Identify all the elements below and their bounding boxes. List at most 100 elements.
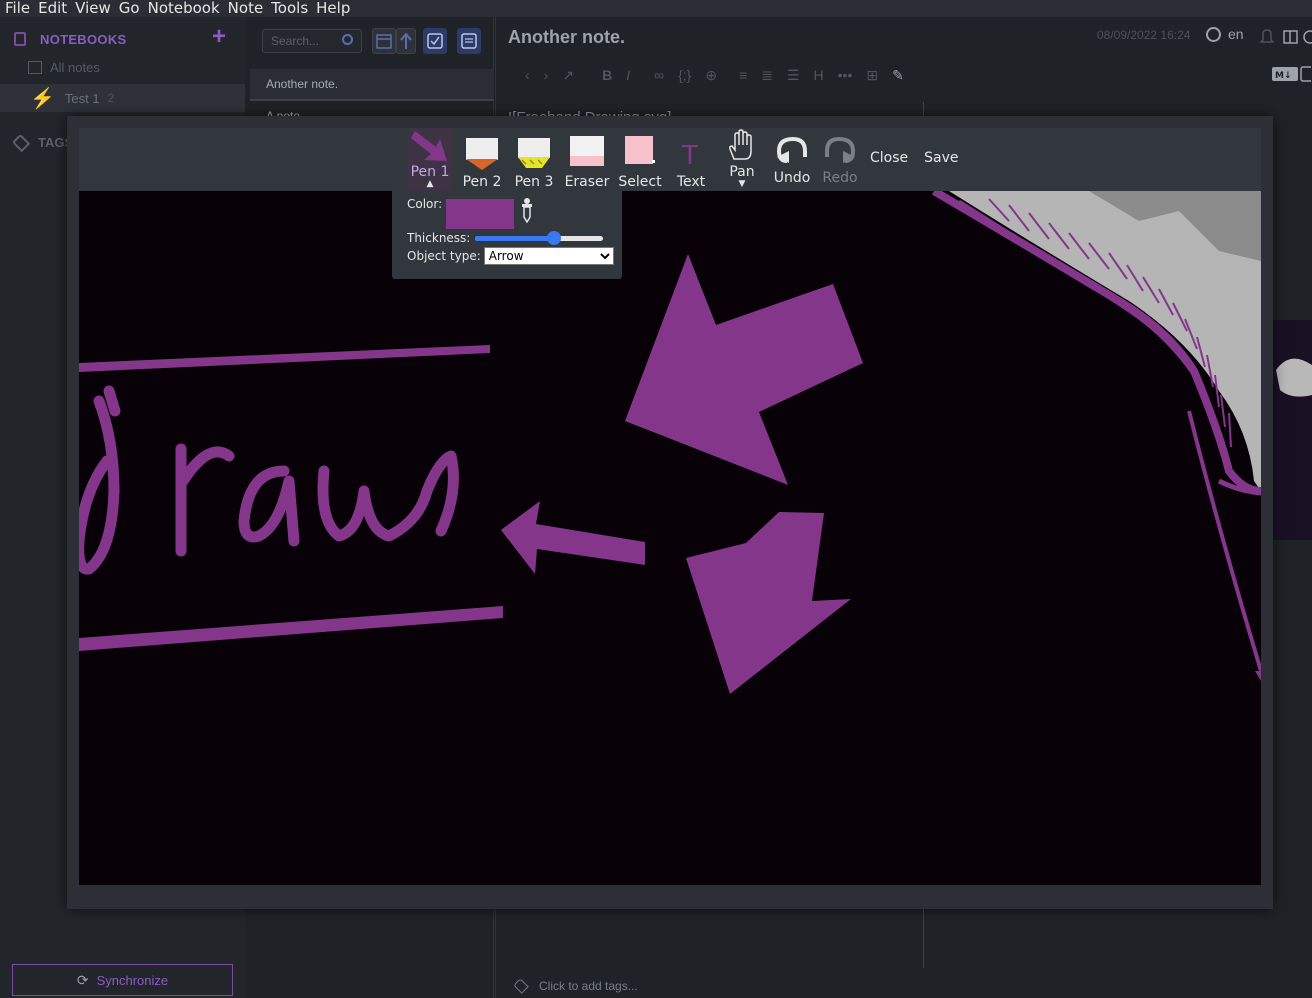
drawing-tools: Pen 1 ▲ Pen 2 Pen 3 Eraser Select T Text… xyxy=(408,128,959,191)
notebook-icon xyxy=(14,32,26,46)
color-row: Color: xyxy=(407,197,534,229)
pen-3-label: Pen 3 xyxy=(514,174,554,190)
ink-arrow-small xyxy=(501,501,645,574)
code-icon[interactable]: {;} xyxy=(678,67,691,83)
synchronize-label: Synchronize xyxy=(96,972,169,988)
color-swatch[interactable] xyxy=(446,199,515,229)
hand-icon xyxy=(725,128,759,164)
notebooks-header[interactable]: NOTEBOOKS xyxy=(12,29,126,49)
tags-header[interactable]: TAGS xyxy=(11,133,73,152)
pan-label: Pan xyxy=(729,164,755,180)
info-icon xyxy=(1303,30,1312,44)
menu-edit[interactable]: Edit xyxy=(34,0,71,17)
note-icon xyxy=(461,33,477,49)
pen-2-label: Pen 2 xyxy=(462,174,502,190)
select-icon xyxy=(622,128,658,174)
editor-top-icons xyxy=(1259,29,1312,44)
bullet-list-icon[interactable]: ≡ xyxy=(739,67,747,83)
note-date: 08/09/2022 16:24 xyxy=(1097,28,1191,42)
redo-icon xyxy=(823,128,857,170)
sidebar-item-notebook[interactable]: ⚡ Test 1 2 xyxy=(0,84,245,112)
tag-icon xyxy=(11,133,31,152)
pencil-icon[interactable]: ✎ xyxy=(892,67,904,84)
insert-time-icon[interactable]: ⊞ xyxy=(866,67,878,84)
svg-text:M↓: M↓ xyxy=(1275,71,1292,81)
menu-tools[interactable]: Tools xyxy=(267,0,312,17)
sort-direction-button[interactable] xyxy=(396,28,416,54)
all-notes-label: All notes xyxy=(50,60,100,75)
handwritten-draw-text: draw xyxy=(79,191,81,192)
attach-icon[interactable]: ⊕ xyxy=(705,67,717,84)
slider-handle[interactable] xyxy=(547,231,562,245)
heading-icon[interactable]: H xyxy=(814,67,824,83)
link-icon[interactable]: ∞ xyxy=(654,67,664,83)
handwritten-draw xyxy=(79,385,459,575)
pen-1-tool[interactable]: Pen 1 ▲ xyxy=(408,128,452,191)
language-button[interactable]: en xyxy=(1206,26,1244,42)
pen-2-tool[interactable]: Pen 2 xyxy=(456,128,508,190)
undo-label: Undo xyxy=(773,170,811,186)
date-sort-button[interactable] xyxy=(372,28,396,54)
eyedropper-icon[interactable] xyxy=(520,197,534,223)
add-tags-button[interactable]: Click to add tags... xyxy=(513,978,638,994)
sidebar-item-all-notes[interactable]: All notes xyxy=(28,60,100,75)
menu-note[interactable]: Note xyxy=(224,0,268,17)
italic-icon[interactable]: I xyxy=(626,67,630,83)
arrow-up-icon xyxy=(400,32,412,49)
close-button[interactable]: Close xyxy=(870,128,908,166)
all-notes-icon xyxy=(28,61,42,74)
save-button[interactable]: Save xyxy=(924,128,958,166)
numbered-list-icon[interactable]: ≣ xyxy=(761,67,773,84)
bold-icon[interactable]: B xyxy=(602,67,612,83)
checkbox-icon xyxy=(427,33,443,49)
synchronize-button[interactable]: ⟳ Synchronize xyxy=(12,964,233,996)
menu-notebook[interactable]: Notebook xyxy=(144,0,224,17)
caret-down-icon[interactable]: ▼ xyxy=(739,180,746,189)
more-icon[interactable]: ••• xyxy=(838,67,853,83)
new-note-button[interactable] xyxy=(457,28,481,54)
select-tool[interactable]: Select xyxy=(614,128,666,190)
thickness-label: Thickness: xyxy=(407,231,471,245)
drawing-toolbar: Pen 1 ▲ Pen 2 Pen 3 Eraser Select T Text… xyxy=(79,128,1261,191)
menu-help[interactable]: Help xyxy=(312,0,354,17)
markdown-toggle-icon[interactable]: M↓ xyxy=(1271,66,1311,82)
object-type-row: Object type: Arrow xyxy=(407,247,614,265)
object-type-select[interactable]: Arrow xyxy=(483,247,614,265)
add-notebook-button[interactable]: + xyxy=(212,25,226,49)
new-todo-button[interactable] xyxy=(423,28,447,54)
note-title[interactable]: Another note. xyxy=(508,27,625,48)
language-label: en xyxy=(1228,26,1244,42)
sync-icon: ⟳ xyxy=(76,971,89,988)
drawing-svg[interactable]: draw xyxy=(79,191,1261,885)
notebook-name: Test 1 xyxy=(64,90,100,106)
search-icon[interactable] xyxy=(342,34,353,45)
text-icon: T xyxy=(676,128,706,174)
redo-label: Redo xyxy=(822,170,858,186)
add-tags-label: Click to add tags... xyxy=(539,979,638,993)
menu-view[interactable]: View xyxy=(71,0,115,17)
back-icon[interactable]: ‹ xyxy=(525,67,530,83)
notebooks-label: NOTEBOOKS xyxy=(40,31,127,47)
freehand-drawing-dialog: Pen 1 ▲ Pen 2 Pen 3 Eraser Select T Text… xyxy=(67,116,1273,909)
eraser-tool[interactable]: Eraser xyxy=(560,128,614,190)
external-edit-icon[interactable]: ↗ xyxy=(562,67,574,84)
pan-tool[interactable]: Pan ▼ xyxy=(716,128,768,189)
undo-button[interactable]: Undo xyxy=(768,128,816,186)
undo-icon xyxy=(775,128,809,170)
text-tool[interactable]: T Text xyxy=(666,128,716,190)
drawing-canvas[interactable]: draw xyxy=(79,191,1261,885)
text-label: Text xyxy=(676,174,706,190)
calendar-icon xyxy=(376,34,392,49)
menu-file[interactable]: File xyxy=(0,0,34,17)
pen-options-popup: Color: Thickness: Object type: Arrow xyxy=(392,191,622,279)
list-item[interactable]: Another note. xyxy=(250,69,494,101)
menu-bar: File Edit View Go Notebook Note Tools He… xyxy=(0,0,1312,17)
forward-icon[interactable]: › xyxy=(544,67,549,83)
thickness-slider[interactable] xyxy=(475,231,604,245)
eraser-label: Eraser xyxy=(564,174,610,190)
bell-icon xyxy=(1259,29,1275,43)
menu-go[interactable]: Go xyxy=(115,0,144,17)
redo-button[interactable]: Redo xyxy=(816,128,864,186)
checklist-icon[interactable]: ☰ xyxy=(787,67,800,84)
pen-3-tool[interactable]: Pen 3 xyxy=(508,128,560,190)
